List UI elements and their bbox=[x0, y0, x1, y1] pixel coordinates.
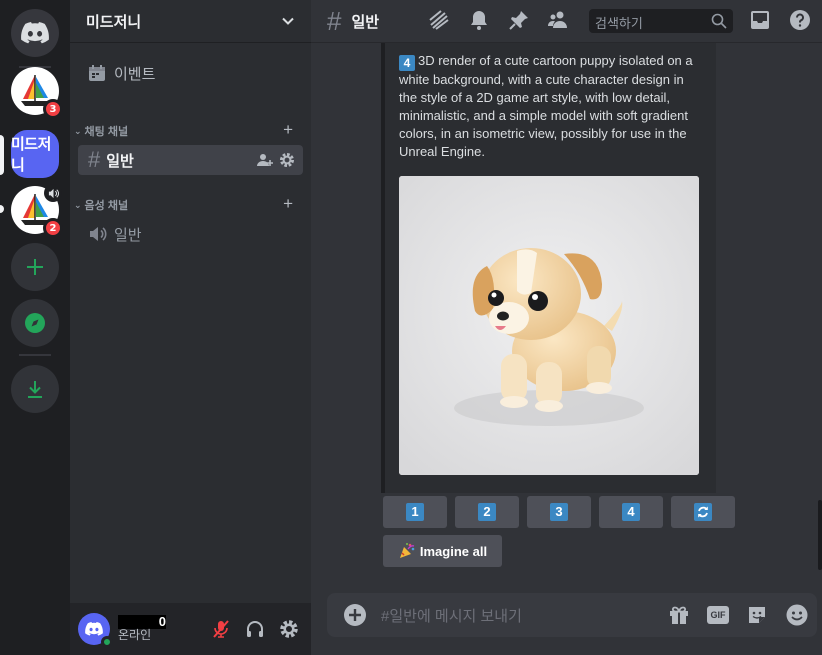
rail-separator bbox=[19, 354, 51, 356]
voice-active-icon bbox=[44, 184, 62, 202]
message-placeholder: #일반에 메시지 보내기 bbox=[381, 607, 522, 625]
keycap-number: 4 bbox=[399, 55, 415, 71]
category-voice-channels[interactable]: ⌄ 음성 채널 + bbox=[74, 194, 303, 214]
chevron-down-icon bbox=[282, 17, 294, 25]
server-label: 미드저니 bbox=[11, 136, 51, 174]
create-channel-icon[interactable]: + bbox=[283, 120, 293, 140]
discord-home-button[interactable] bbox=[11, 9, 59, 57]
category-text-channels[interactable]: ⌄ 채팅 채널 + bbox=[74, 120, 303, 140]
server-name: 미드저니 bbox=[86, 13, 142, 31]
channel-sidebar: 미드저니 이벤트 ⌄ 채팅 채널 + # 일반 ⌄ 음성 채널 + 일반 0 온 bbox=[70, 0, 311, 655]
prompt-text: 4 3D render of a cute cartoon puppy isola… bbox=[399, 52, 704, 161]
keycap-number: 4 bbox=[622, 503, 640, 521]
download-icon bbox=[28, 381, 42, 398]
pin-icon[interactable] bbox=[507, 8, 531, 32]
scrollbar[interactable] bbox=[818, 500, 822, 570]
help-icon[interactable] bbox=[788, 8, 812, 32]
gear-icon[interactable] bbox=[279, 152, 295, 168]
imagine-all-button[interactable]: Imagine all bbox=[383, 535, 502, 567]
events-label: 이벤트 bbox=[114, 65, 156, 83]
chevron-down-icon: ⌄ bbox=[74, 199, 82, 210]
sticker-icon[interactable] bbox=[745, 603, 769, 627]
channel-header: # 일반 검색하기 bbox=[311, 0, 822, 43]
upscale-1-button[interactable]: 1 bbox=[383, 496, 447, 528]
plus-icon bbox=[27, 259, 43, 275]
member-list-icon[interactable] bbox=[547, 8, 571, 32]
online-status-dot bbox=[101, 636, 113, 648]
server-midjourney[interactable]: 미드저니 bbox=[11, 130, 59, 178]
server-header[interactable]: 미드저니 bbox=[70, 0, 311, 43]
search-input[interactable]: 검색하기 bbox=[589, 9, 733, 33]
chevron-down-icon: ⌄ bbox=[74, 125, 82, 136]
bell-icon[interactable] bbox=[467, 8, 491, 32]
headphones-icon[interactable] bbox=[245, 619, 265, 639]
add-server-button[interactable] bbox=[11, 243, 59, 291]
gif-label: GIF bbox=[710, 610, 726, 620]
category-label: 채팅 채널 bbox=[84, 126, 129, 138]
party-popper-icon bbox=[399, 543, 415, 558]
message-input[interactable]: #일반에 메시지 보내기 GIF bbox=[327, 593, 817, 637]
chat-area: # 일반 검색하기 4 3D render of a cute cartoon p… bbox=[311, 0, 822, 655]
invite-icon[interactable] bbox=[257, 152, 273, 168]
channel-general-text[interactable]: # 일반 bbox=[78, 145, 303, 175]
upscale-button-row: 1 2 3 4 bbox=[383, 496, 735, 528]
upscale-2-button[interactable]: 2 bbox=[455, 496, 519, 528]
hash-icon: # bbox=[88, 147, 101, 172]
search-placeholder: 검색하기 bbox=[595, 16, 643, 31]
prompt-body: 3D render of a cute cartoon puppy isolat… bbox=[399, 53, 693, 159]
refresh-icon bbox=[694, 503, 712, 521]
add-attachment-icon[interactable] bbox=[343, 603, 367, 627]
category-label: 음성 채널 bbox=[84, 200, 129, 212]
calendar-icon bbox=[89, 65, 105, 81]
keycap-number: 3 bbox=[550, 503, 568, 521]
selected-indicator bbox=[0, 135, 4, 175]
mention-badge: 3 bbox=[43, 99, 63, 119]
explore-servers-button[interactable] bbox=[11, 299, 59, 347]
puppy-image bbox=[399, 176, 699, 475]
speaker-icon bbox=[90, 227, 107, 241]
channel-label: 일반 bbox=[114, 226, 142, 244]
mention-badge: 2 bbox=[43, 218, 63, 238]
gift-icon[interactable] bbox=[667, 603, 691, 627]
user-status: 온라인 bbox=[118, 628, 152, 643]
username: 0 bbox=[118, 614, 166, 630]
channel-label: 일반 bbox=[106, 152, 134, 170]
server-rail: 3 미드저니 2 bbox=[0, 0, 70, 655]
avatar[interactable] bbox=[78, 613, 113, 648]
gif-button[interactable]: GIF bbox=[707, 606, 729, 624]
generated-image[interactable] bbox=[399, 176, 699, 475]
keycap-number: 2 bbox=[478, 503, 496, 521]
mic-muted-icon[interactable] bbox=[211, 619, 231, 639]
channel-title: 일반 bbox=[351, 13, 380, 31]
keycap-number: 1 bbox=[406, 503, 424, 521]
user-panel: 0 온라인 bbox=[70, 603, 311, 655]
channel-general-voice[interactable]: 일반 bbox=[78, 219, 303, 249]
discord-logo-icon bbox=[85, 622, 103, 636]
imagine-all-label: Imagine all bbox=[419, 543, 488, 559]
search-icon bbox=[711, 13, 727, 29]
message-embed: 4 3D render of a cute cartoon puppy isola… bbox=[381, 43, 716, 493]
discord-logo-icon bbox=[21, 22, 49, 44]
emoji-icon[interactable] bbox=[785, 603, 809, 627]
server-sailboat-1[interactable]: 3 bbox=[11, 67, 63, 119]
upscale-4-button[interactable]: 4 bbox=[599, 496, 663, 528]
threads-icon[interactable] bbox=[427, 8, 451, 32]
reroll-button[interactable] bbox=[671, 496, 735, 528]
server-sailboat-2[interactable]: 2 bbox=[11, 184, 63, 238]
unread-indicator bbox=[0, 205, 4, 213]
download-apps-button[interactable] bbox=[11, 365, 59, 413]
events-item[interactable]: 이벤트 bbox=[78, 58, 303, 88]
inbox-icon[interactable] bbox=[748, 8, 772, 32]
create-channel-icon[interactable]: + bbox=[283, 194, 293, 214]
compass-icon bbox=[25, 313, 45, 333]
hash-icon: # bbox=[327, 5, 342, 36]
upscale-3-button[interactable]: 3 bbox=[527, 496, 591, 528]
gear-icon[interactable] bbox=[279, 619, 299, 639]
